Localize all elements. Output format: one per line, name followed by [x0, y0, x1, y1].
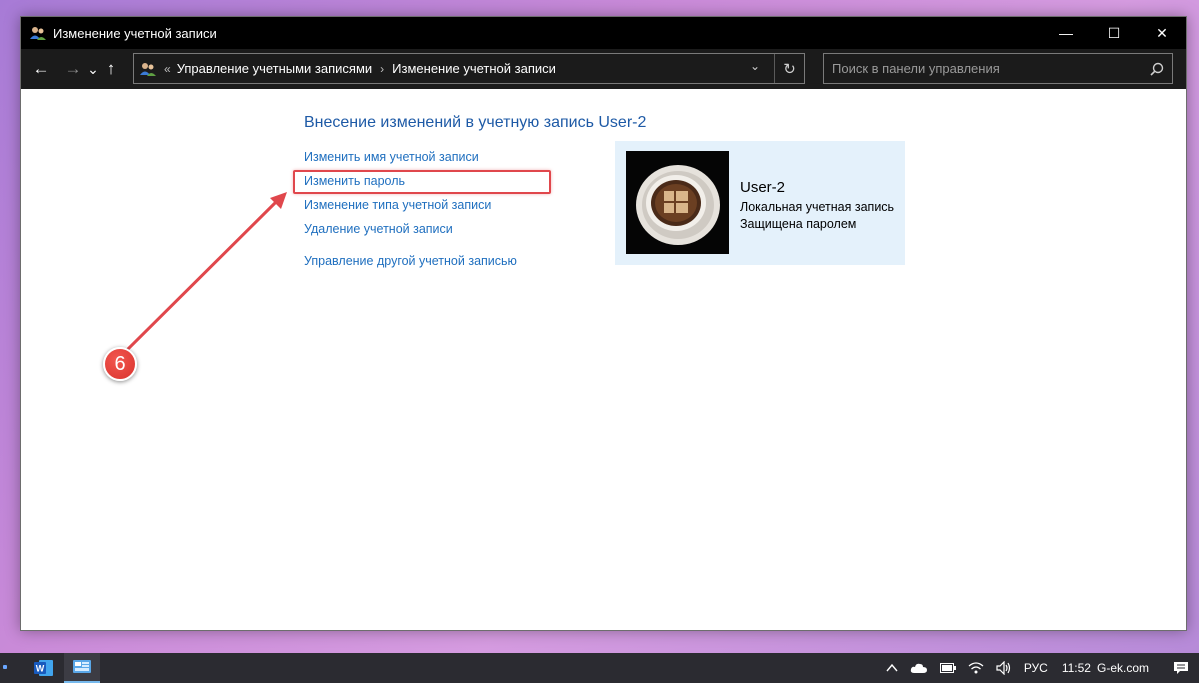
breadcrumb-item-user-accounts[interactable]: Управление учетными записями	[177, 61, 372, 76]
forward-button[interactable]: →	[61, 54, 85, 84]
word-icon[interactable]: W	[26, 653, 62, 683]
breadcrumb-separator-icon[interactable]: ›	[380, 62, 384, 76]
up-button[interactable]: ↑	[101, 54, 121, 84]
title-bar[interactable]: Изменение учетной записи — ☐ ✕	[21, 17, 1186, 49]
control-panel-icon[interactable]	[64, 653, 100, 683]
maximize-button[interactable]: ☐	[1090, 17, 1138, 49]
control-panel-window: Изменение учетной записи — ☐ ✕ ← → ⌄ ↑ «…	[20, 16, 1187, 631]
page-title: Внесение изменений в учетную запись User…	[304, 114, 647, 131]
step-number-badge: 6	[103, 347, 137, 381]
main-content: Внесение изменений в учетную запись User…	[21, 89, 1186, 632]
password-status: Защищена паролем	[740, 217, 857, 231]
breadcrumb-item-change-account[interactable]: Изменение учетной записи	[392, 61, 556, 76]
link-manage-another-account[interactable]: Управление другой учетной записью	[304, 254, 517, 268]
users-icon	[138, 59, 158, 79]
link-change-account-type[interactable]: Изменение типа учетной записи	[304, 198, 491, 212]
close-button[interactable]: ✕	[1138, 17, 1186, 49]
minimize-button[interactable]: —	[1042, 17, 1090, 49]
cloud-icon[interactable]	[910, 662, 928, 674]
search-box	[823, 53, 1173, 84]
battery-icon[interactable]	[939, 663, 956, 673]
language-indicator[interactable]: РУС	[1024, 661, 1048, 675]
search-input[interactable]	[824, 54, 1142, 83]
user-card: User-2 Локальная учетная запись Защищена…	[615, 141, 905, 265]
taskbar: W РУС 11:52 G-ek.com	[0, 653, 1199, 683]
volume-icon[interactable]	[996, 661, 1012, 675]
notification-icon[interactable]	[1163, 653, 1199, 683]
users-icon	[29, 24, 47, 42]
path-overflow-icon[interactable]: «	[164, 62, 171, 76]
highlight-box	[293, 170, 551, 194]
link-delete-account[interactable]: Удаление учетной записи	[304, 222, 453, 236]
svg-text:W: W	[36, 664, 45, 674]
back-button[interactable]: ←	[29, 54, 53, 84]
account-type: Локальная учетная запись	[740, 200, 895, 214]
user-name: User-2	[740, 179, 786, 196]
refresh-button[interactable]: ↻	[774, 54, 804, 83]
window-controls: — ☐ ✕	[1042, 17, 1186, 49]
avatar	[626, 151, 729, 254]
chevron-down-icon[interactable]: ⌄	[750, 59, 760, 73]
system-tray: РУС 11:52 G-ek.com	[886, 653, 1199, 683]
recent-locations-button[interactable]: ⌄	[85, 54, 101, 84]
link-change-account-name[interactable]: Изменить имя учетной записи	[304, 150, 479, 164]
breadcrumb[interactable]: « Управление учетными записями › Изменен…	[133, 53, 805, 84]
chevron-up-icon[interactable]	[886, 663, 898, 673]
taskbar-indicator	[3, 665, 7, 669]
clock[interactable]: 11:52	[1062, 661, 1091, 675]
wifi-icon[interactable]	[968, 661, 984, 675]
search-icon[interactable]	[1142, 54, 1172, 83]
window-title: Изменение учетной записи	[53, 25, 217, 41]
site-watermark: G-ek.com	[1096, 661, 1149, 675]
address-bar: ← → ⌄ ↑ « Управление учетными записями ›…	[21, 49, 1186, 89]
